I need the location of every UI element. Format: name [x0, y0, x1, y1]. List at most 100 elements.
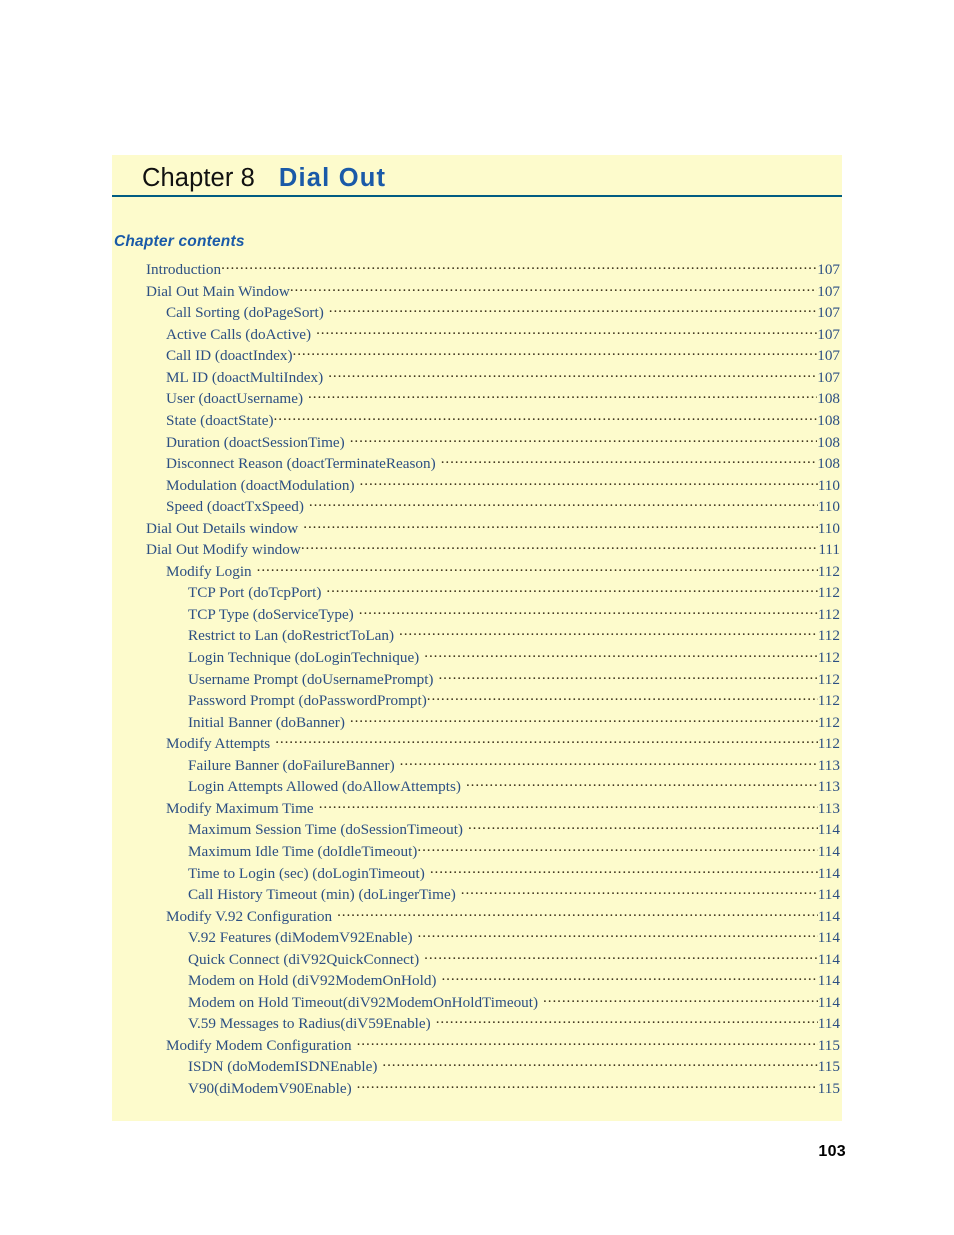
- toc-entry[interactable]: Maximum Session Time (doSessionTimeout) 1…: [112, 819, 842, 841]
- chapter-header: Chapter 8 Dial Out: [112, 155, 842, 197]
- toc-entry[interactable]: Call ID (doactIndex) 107: [112, 345, 842, 367]
- toc-entry-label: Introduction: [146, 261, 222, 279]
- toc-entry-page-number: 108: [817, 433, 840, 451]
- toc-dot-leader: [427, 690, 818, 705]
- toc-entry-page-number: 114: [817, 993, 840, 1011]
- toc-entry[interactable]: Duration (doactSessionTime) 108: [112, 431, 842, 453]
- toc-dot-leader: [303, 518, 818, 533]
- toc-entry-page-number: 114: [817, 929, 840, 947]
- toc-entry-label: TCP Type (doServiceType): [188, 605, 354, 623]
- toc-dot-leader: [329, 302, 817, 317]
- toc-entry[interactable]: Speed (doactTxSpeed) 110: [112, 496, 842, 518]
- toc-entry[interactable]: Dial Out Main Window 107: [112, 281, 842, 303]
- toc-entry[interactable]: Modify Modem Configuration 115: [112, 1035, 842, 1057]
- toc-entry[interactable]: Quick Connect (diV92QuickConnect) 114: [112, 949, 842, 971]
- toc-entry-page-number: 115: [817, 1036, 840, 1054]
- toc-entry[interactable]: Initial Banner (doBanner) 112: [112, 711, 842, 733]
- toc-entry[interactable]: V90(diModemV90Enable) 115: [112, 1078, 842, 1100]
- toc-entry-page-number: 107: [817, 325, 840, 343]
- toc-entry-label: Failure Banner (doFailureBanner): [188, 756, 395, 774]
- toc-entry-label: V90(diModemV90Enable): [188, 1079, 352, 1097]
- toc-entry[interactable]: Restrict to Lan (doRestrictToLan) 112: [112, 625, 842, 647]
- toc-entry-label: Modem on Hold Timeout(diV92ModemOnHoldTi…: [188, 993, 539, 1011]
- toc-entry[interactable]: Login Technique (doLoginTechnique) 112: [112, 647, 842, 669]
- toc-dot-leader: [328, 367, 817, 382]
- toc-dot-leader: [357, 1035, 818, 1050]
- toc-entry-page-number: 112: [817, 627, 840, 645]
- toc-dot-leader: [308, 388, 817, 403]
- toc-entry[interactable]: Modify Maximum Time 113: [112, 798, 842, 820]
- toc-entry-page-number: 112: [817, 562, 840, 580]
- toc-entry[interactable]: Call History Timeout (min) (doLingerTime…: [112, 884, 842, 906]
- toc-entry-page-number: 112: [817, 735, 840, 753]
- toc-entry-page-number: 114: [817, 842, 840, 860]
- toc-entry-page-number: 107: [817, 261, 840, 279]
- toc-dot-leader: [438, 668, 817, 683]
- toc-entry[interactable]: Dial Out Details window 110: [112, 518, 842, 540]
- toc-entry-label: Dial Out Modify window: [146, 541, 301, 559]
- toc-entry[interactable]: Modem on Hold Timeout(diV92ModemOnHoldTi…: [112, 992, 842, 1014]
- toc-entry-page-number: 112: [817, 649, 840, 667]
- toc-entry-label: Modify Maximum Time: [166, 799, 314, 817]
- toc-entry-page-number: 110: [817, 519, 840, 537]
- toc-entry[interactable]: User (doactUsername) 108: [112, 388, 842, 410]
- toc-entry[interactable]: Maximum Idle Time (doIdleTimeout) 114: [112, 841, 842, 863]
- toc-entry-label: Restrict to Lan (doRestrictToLan): [188, 627, 395, 645]
- toc-entry-label: Login Attempts Allowed (doAllowAttempts): [188, 778, 461, 796]
- toc-entry[interactable]: V.92 Features (diModemV92Enable) 114: [112, 927, 842, 949]
- toc-entry[interactable]: State (doactState) 108: [112, 410, 842, 432]
- toc-entry-page-number: 112: [817, 605, 840, 623]
- toc-entry-page-number: 107: [817, 304, 840, 322]
- toc-entry-label: Modify Modem Configuration: [166, 1036, 352, 1054]
- toc-entry-label: V.59 Messages to Radius(diV59Enable): [188, 1015, 431, 1033]
- toc-entry-label: Disconnect Reason (doactTerminateReason): [166, 455, 436, 473]
- toc-entry-label: ISDN (doModemISDNEnable): [188, 1058, 378, 1076]
- toc-entry[interactable]: Call Sorting (doPageSort) 107: [112, 302, 842, 324]
- toc-dot-leader: [309, 496, 818, 511]
- toc-entry[interactable]: TCP Port (doTcpPort) 112: [112, 582, 842, 604]
- toc-entry[interactable]: Failure Banner (doFailureBanner) 113: [112, 755, 842, 777]
- toc-entry-page-number: 111: [818, 541, 840, 559]
- toc-entry[interactable]: ML ID (doactMultiIndex) 107: [112, 367, 842, 389]
- toc-entry-label: Time to Login (sec) (doLoginTimeout): [188, 864, 425, 882]
- toc-dot-leader: [436, 1013, 818, 1028]
- toc-entry-page-number: 114: [817, 864, 840, 882]
- toc-dot-leader: [357, 1078, 818, 1093]
- toc-entry-page-number: 115: [817, 1079, 840, 1097]
- toc-entry-page-number: 114: [817, 972, 840, 990]
- toc-dot-leader: [359, 604, 818, 619]
- chapter-contents-panel: Chapter 8 Dial Out Chapter contents Intr…: [112, 155, 842, 1121]
- toc-dot-leader: [326, 582, 817, 597]
- toc-entry-label: Maximum Idle Time (doIdleTimeout): [188, 842, 418, 860]
- toc-entry[interactable]: Username Prompt (doUsernamePrompt) 112: [112, 668, 842, 690]
- toc-entry[interactable]: Modify Attempts 112: [112, 733, 842, 755]
- toc-entry[interactable]: Dial Out Modify window 111: [112, 539, 842, 561]
- toc-entry[interactable]: ISDN (doModemISDNEnable) 115: [112, 1056, 842, 1078]
- toc-entry[interactable]: V.59 Messages to Radius(diV59Enable) 114: [112, 1013, 842, 1035]
- toc-entry[interactable]: Time to Login (sec) (doLoginTimeout) 114: [112, 862, 842, 884]
- toc-dot-leader: [319, 798, 818, 813]
- toc-entry-page-number: 112: [817, 713, 840, 731]
- toc-dot-leader: [424, 647, 818, 662]
- toc-entry-label: Login Technique (doLoginTechnique): [188, 649, 420, 667]
- toc-entry[interactable]: TCP Type (doServiceType) 112: [112, 604, 842, 626]
- toc-entry[interactable]: Modem on Hold (diV92ModemOnHold) 114: [112, 970, 842, 992]
- toc-dot-leader: [461, 884, 818, 899]
- toc-entry-label: Password Prompt (doPasswordPrompt): [188, 692, 427, 710]
- toc-entry[interactable]: Modulation (doactModulation) 110: [112, 474, 842, 496]
- toc-dot-leader: [350, 431, 817, 446]
- toc-entry-label: Call ID (doactIndex): [166, 347, 293, 365]
- toc-dot-leader: [293, 345, 818, 360]
- toc-entry-label: Call Sorting (doPageSort): [166, 304, 324, 322]
- toc-entry[interactable]: Modify V.92 Configuration 114: [112, 905, 842, 927]
- toc-entry-label: Modem on Hold (diV92ModemOnHold): [188, 972, 437, 990]
- toc-entry[interactable]: Introduction 107: [112, 259, 842, 281]
- toc-entry[interactable]: Active Calls (doActive) 107: [112, 324, 842, 346]
- toc-entry-page-number: 113: [817, 799, 840, 817]
- toc-entry[interactable]: Modify Login 112: [112, 561, 842, 583]
- toc-entry[interactable]: Login Attempts Allowed (doAllowAttempts)…: [112, 776, 842, 798]
- toc-entry[interactable]: Password Prompt (doPasswordPrompt) 112: [112, 690, 842, 712]
- toc-entry-page-number: 113: [817, 778, 840, 796]
- toc-dot-leader: [399, 625, 818, 640]
- toc-entry[interactable]: Disconnect Reason (doactTerminateReason)…: [112, 453, 842, 475]
